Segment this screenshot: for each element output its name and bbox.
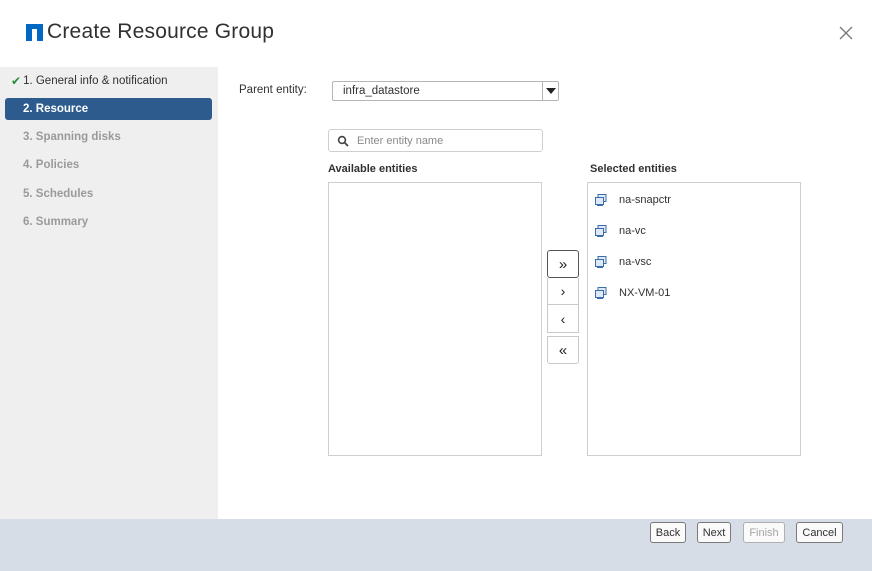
available-entities-list[interactable] [328, 182, 542, 456]
entity-search-input[interactable] [357, 132, 537, 149]
entity-search-box[interactable] [328, 129, 543, 152]
remove-selected-button[interactable]: ‹ [547, 305, 579, 333]
list-item[interactable]: na-snapctr [594, 191, 671, 209]
parent-entity-label: Parent entity: [239, 84, 307, 96]
dialog-header: Create Resource Group [26, 18, 274, 46]
dialog-footer [0, 519, 872, 571]
step-general-info[interactable]: ✔ 1. General info & notification [5, 70, 212, 92]
list-item[interactable]: na-vsc [594, 253, 651, 271]
checkmark-icon: ✔ [11, 74, 22, 88]
selected-entities-list[interactable]: na-snapctr na-vc na-vsc NX-VM-01 [587, 182, 801, 456]
step-schedules: 5. Schedules [23, 188, 94, 200]
list-item[interactable]: na-vc [594, 222, 646, 240]
virtual-machine-icon [595, 225, 607, 237]
back-button[interactable]: Back [650, 522, 686, 543]
cancel-button[interactable]: Cancel [796, 522, 843, 543]
dialog-title: Create Resource Group [47, 20, 275, 43]
available-entities-label: Available entities [328, 163, 418, 175]
add-selected-button[interactable]: › [547, 278, 579, 305]
parent-entity-select[interactable]: infra_datastore [332, 81, 559, 101]
close-icon[interactable] [836, 22, 856, 42]
step-spanning-disks: 3. Spanning disks [23, 131, 121, 143]
finish-button[interactable]: Finish [743, 522, 785, 543]
selected-entities-label: Selected entities [590, 163, 677, 175]
netapp-logo-icon [26, 23, 43, 41]
remove-all-button[interactable]: « [547, 336, 579, 364]
virtual-machine-icon [595, 287, 607, 299]
parent-entity-value: infra_datastore [343, 85, 420, 97]
step-policies: 4. Policies [23, 159, 80, 171]
dropdown-caret-icon[interactable] [542, 82, 558, 100]
add-all-button[interactable]: » [547, 250, 579, 278]
search-icon [337, 135, 349, 147]
wizard-steps-sidebar: ✔ 1. General info & notification 2. Reso… [0, 67, 218, 519]
virtual-machine-icon [595, 194, 607, 206]
next-button[interactable]: Next [697, 522, 731, 543]
list-item[interactable]: NX-VM-01 [594, 284, 670, 302]
step-summary: 6. Summary [23, 216, 89, 228]
virtual-machine-icon [595, 256, 607, 268]
create-resource-group-dialog: Create Resource Group ✔ 1. General info … [0, 0, 872, 571]
step-resource[interactable]: 2. Resource [5, 98, 212, 120]
